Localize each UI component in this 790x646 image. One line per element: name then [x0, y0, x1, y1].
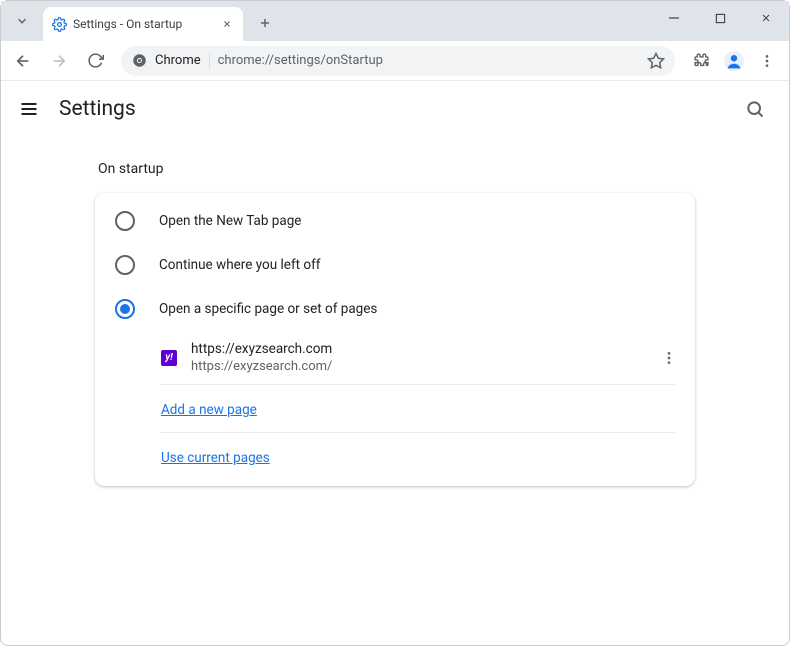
- maximize-button[interactable]: [697, 1, 743, 35]
- startup-pages-list: y! https://exyzsearch.com https://exyzse…: [95, 331, 695, 480]
- window-titlebar: Settings - On startup: [1, 1, 789, 41]
- page-title-text: https://exyzsearch.com: [191, 341, 639, 357]
- browser-toolbar: Chrome chrome://settings/onStartup: [1, 41, 789, 81]
- add-page-row: Add a new page: [143, 385, 695, 432]
- use-current-link[interactable]: Use current pages: [161, 450, 270, 466]
- search-button[interactable]: [737, 91, 773, 127]
- page-text: https://exyzsearch.com https://exyzsearc…: [191, 341, 639, 374]
- new-tab-button[interactable]: [251, 9, 279, 37]
- page-favicon: y!: [161, 350, 177, 366]
- radio-label: Open a specific page or set of pages: [159, 301, 377, 317]
- tab-strip: Settings - On startup: [1, 1, 651, 41]
- radio-icon: [115, 255, 135, 275]
- radio-label: Open the New Tab page: [159, 213, 301, 229]
- chrome-icon: [131, 53, 147, 69]
- profile-avatar[interactable]: [721, 48, 747, 74]
- gear-icon: [51, 16, 67, 32]
- settings-content: On startup Open the New Tab page Continu…: [1, 137, 789, 486]
- page-url-text: https://exyzsearch.com/: [191, 359, 639, 374]
- page-more-button[interactable]: [653, 342, 685, 374]
- origin-label: Chrome: [155, 53, 201, 68]
- address-bar[interactable]: Chrome chrome://settings/onStartup: [121, 46, 675, 76]
- omnibox-divider: [209, 53, 210, 69]
- startup-card: Open the New Tab page Continue where you…: [95, 193, 695, 486]
- tab-title: Settings - On startup: [73, 17, 213, 31]
- menu-icon[interactable]: [17, 97, 41, 121]
- section-label: On startup: [98, 161, 789, 177]
- extensions-button[interactable]: [685, 45, 717, 77]
- page-title: Settings: [59, 97, 719, 121]
- close-tab-button[interactable]: [219, 16, 235, 32]
- radio-option-specific-pages[interactable]: Open a specific page or set of pages: [95, 287, 695, 331]
- forward-button[interactable]: [43, 45, 75, 77]
- minimize-button[interactable]: [651, 1, 697, 35]
- radio-option-new-tab[interactable]: Open the New Tab page: [95, 199, 695, 243]
- window-controls: [651, 1, 789, 41]
- settings-header: Settings: [1, 81, 789, 137]
- bookmark-star-icon[interactable]: [647, 52, 665, 70]
- radio-option-continue[interactable]: Continue where you left off: [95, 243, 695, 287]
- back-button[interactable]: [7, 45, 39, 77]
- radio-icon: [115, 211, 135, 231]
- radio-icon: [115, 299, 135, 319]
- radio-label: Continue where you left off: [159, 257, 321, 273]
- close-window-button[interactable]: [743, 1, 789, 35]
- url-text: chrome://settings/onStartup: [218, 53, 639, 68]
- reload-button[interactable]: [79, 45, 111, 77]
- add-page-link[interactable]: Add a new page: [161, 402, 257, 418]
- startup-page-item: y! https://exyzsearch.com https://exyzse…: [143, 331, 695, 384]
- use-current-row: Use current pages: [143, 433, 695, 480]
- browser-tab[interactable]: Settings - On startup: [43, 7, 243, 41]
- menu-button[interactable]: [751, 45, 783, 77]
- tab-search-button[interactable]: [7, 6, 37, 36]
